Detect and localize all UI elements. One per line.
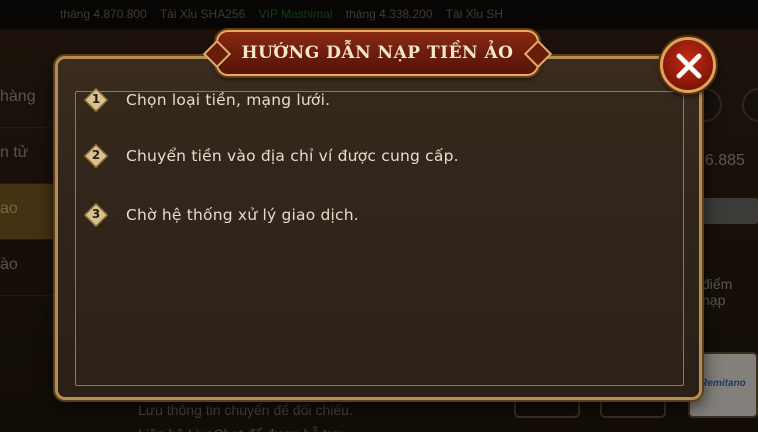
step-text: Chọn loại tiền, mạng lưới.	[126, 91, 331, 109]
step-number: 3	[91, 207, 101, 221]
step-number: 2	[91, 148, 101, 162]
step-item: 1 Chọn loại tiền, mạng lưới.	[84, 88, 330, 112]
diamond-number-icon: 2	[84, 144, 108, 168]
step-text: Chuyển tiền vào địa chỉ ví được cung cấp…	[126, 147, 459, 165]
dialog-content-frame	[75, 91, 684, 386]
dialog-title-plate: HƯỚNG DẪN NẠP TIỀN ẢO	[216, 30, 539, 76]
step-item: 2 Chuyển tiền vào địa chỉ ví được cung c…	[84, 144, 459, 168]
close-x-icon	[676, 53, 702, 79]
step-item: 3 Chờ hệ thống xử lý giao dịch.	[84, 203, 359, 227]
step-text: Chờ hệ thống xử lý giao dịch.	[126, 206, 359, 224]
step-number: 1	[91, 92, 101, 106]
dialog-title: HƯỚNG DẪN NẠP TIỀN ẢO	[241, 43, 514, 63]
close-button[interactable]	[660, 37, 716, 93]
diamond-number-icon: 3	[84, 203, 108, 227]
diamond-number-icon: 1	[84, 88, 108, 112]
